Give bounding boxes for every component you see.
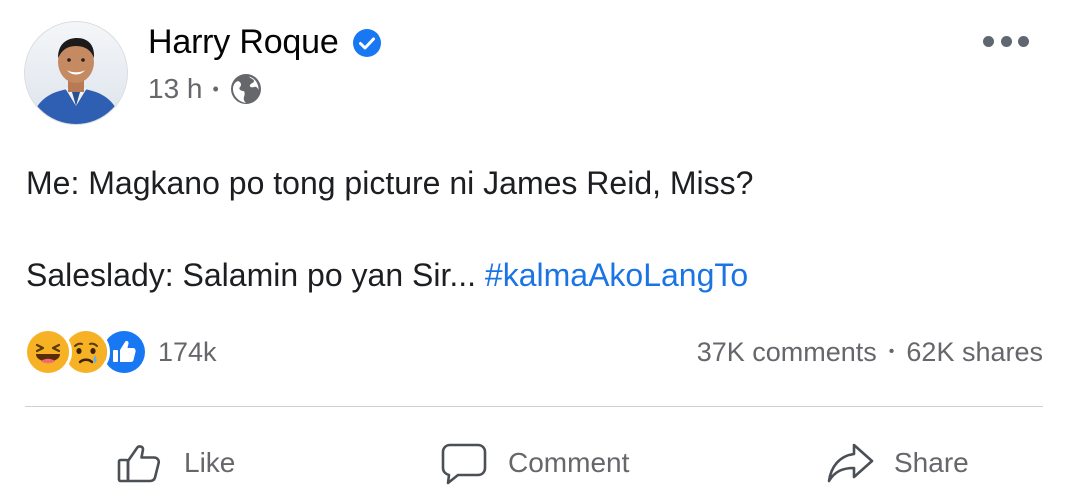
author-avatar[interactable]: [25, 22, 127, 124]
avatar-image: [25, 22, 127, 124]
share-label: Share: [894, 447, 969, 478]
post-text: Me: Magkano po tong picture ni James Rei…: [26, 160, 1046, 298]
post-text-line-1: Me: Magkano po tong picture ni James Rei…: [26, 165, 754, 201]
comment-button[interactable]: Comment: [440, 430, 629, 496]
engagement-counts: 37K comments • 62K shares: [697, 332, 1043, 372]
haha-reaction-icon: [24, 328, 72, 376]
like-button[interactable]: Like: [116, 430, 235, 496]
meta-separator: •: [212, 78, 219, 99]
verified-badge-icon: [353, 29, 381, 57]
facebook-post: Harry Roque 13 h • Me: Magkano po tong p…: [0, 0, 1073, 496]
share-arrow-icon: [827, 443, 874, 483]
reactions-summary[interactable]: 174k: [24, 328, 217, 376]
action-bar: Like Comment Share: [0, 430, 1073, 496]
counts-separator: •: [888, 343, 895, 360]
post-text-line-2: Saleslady: Salamin po yan Sir... #kalmaA…: [26, 252, 1046, 298]
post-text-line-2-prefix: Saleslady: Salamin po yan Sir...: [26, 257, 485, 293]
author-name[interactable]: Harry Roque: [148, 20, 339, 64]
hashtag-link[interactable]: #kalmaAkoLangTo: [485, 257, 748, 293]
reaction-count: 174k: [158, 336, 217, 367]
comment-label: Comment: [508, 447, 630, 478]
more-options-icon[interactable]: [983, 30, 1029, 52]
divider: [25, 406, 1043, 407]
comment-bubble-icon: [441, 443, 487, 485]
share-button[interactable]: Share: [826, 430, 969, 496]
post-timestamp[interactable]: 13 h: [148, 73, 203, 105]
more-dot: [1018, 35, 1029, 47]
more-dot: [983, 35, 994, 47]
globe-icon[interactable]: [229, 72, 263, 106]
thumbs-up-icon: [117, 445, 161, 483]
shares-count[interactable]: 62K shares: [906, 337, 1043, 368]
like-label: Like: [184, 447, 236, 478]
post-meta: 13 h •: [148, 70, 263, 108]
more-dot: [1000, 35, 1012, 47]
comments-count[interactable]: 37K comments: [697, 337, 877, 368]
